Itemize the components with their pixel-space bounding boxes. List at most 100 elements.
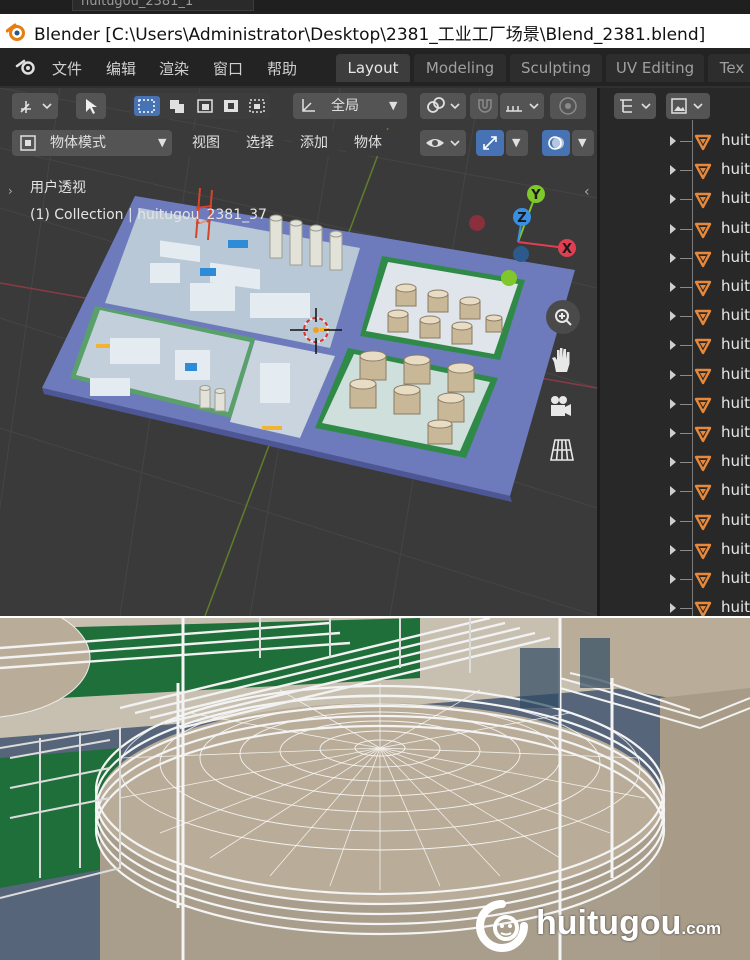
chevron-down-icon: ▼ <box>389 99 398 112</box>
select-menu[interactable]: 选择 <box>238 130 284 156</box>
proportional-editing-toggle[interactable] <box>550 93 586 119</box>
expand-arrow-icon[interactable] <box>670 457 676 468</box>
taskbar-tab[interactable]: huitugou_2381_1 <box>72 0 254 11</box>
outliner-item-label: huit <box>721 423 750 441</box>
select-tool-button[interactable] <box>76 93 106 119</box>
tab-texture-paint[interactable]: Tex <box>708 54 750 82</box>
outliner-tree-line <box>692 120 693 616</box>
expand-arrow-icon[interactable] <box>670 428 676 438</box>
expand-arrow-icon[interactable] <box>670 165 676 176</box>
outliner-item[interactable]: huit <box>600 273 750 302</box>
expand-arrow-icon[interactable] <box>670 194 676 205</box>
tree-connector <box>680 257 692 259</box>
outliner-item[interactable]: huit <box>600 419 750 448</box>
expand-arrow-icon[interactable] <box>670 340 676 351</box>
outliner-item[interactable]: huit <box>600 536 750 565</box>
outliner-item-label: huit <box>721 598 750 616</box>
menu-edit[interactable]: 编辑 <box>106 58 136 79</box>
gizmo-dropdown[interactable]: ▼ <box>506 130 528 156</box>
watermark: huitugou.com <box>470 898 740 954</box>
outliner-item[interactable]: huit <box>600 127 750 156</box>
outliner-item[interactable]: huit <box>600 244 750 273</box>
pan-hand-icon[interactable] <box>549 346 575 374</box>
outliner-item[interactable]: huit <box>600 507 750 536</box>
zoom-button[interactable] <box>546 300 580 334</box>
expand-arrow-icon[interactable] <box>670 311 676 322</box>
collection-info-label: (1) Collection | huitugou_2381_37 <box>30 207 267 223</box>
snap-target-dropdown[interactable] <box>500 93 544 119</box>
outliner-item[interactable]: huit <box>600 302 750 331</box>
visibility-dropdown[interactable] <box>420 130 466 156</box>
outliner-item[interactable]: huit <box>600 565 750 594</box>
outliner-display-mode-dropdown[interactable] <box>614 93 656 119</box>
overlays-icon <box>548 136 564 150</box>
view-menu[interactable]: 视图 <box>184 130 230 156</box>
outliner-item[interactable]: huit <box>600 156 750 185</box>
outliner-item[interactable]: huit <box>600 215 750 244</box>
outliner-item[interactable]: huit <box>600 594 750 616</box>
select-menu-label: 选择 <box>246 135 274 151</box>
mesh-object-icon <box>694 222 712 238</box>
mesh-object-icon <box>694 309 712 326</box>
expand-arrow-icon[interactable] <box>670 574 676 584</box>
outliner-item[interactable]: huit <box>600 331 750 360</box>
snap-increment-icon <box>506 103 539 112</box>
gizmo-neg-x[interactable] <box>469 215 485 231</box>
add-menu[interactable]: 添加 <box>292 130 338 156</box>
object-menu[interactable]: 物体 <box>346 130 392 156</box>
outliner-item[interactable]: huit <box>600 185 750 214</box>
snapping-toggle[interactable] <box>470 93 498 119</box>
selection-mode-group <box>130 93 270 119</box>
outliner-item[interactable]: huit <box>600 448 750 477</box>
viewport-scene <box>0 88 597 616</box>
ortho-grid-icon[interactable] <box>549 438 575 462</box>
tab-sculpting[interactable]: Sculpting <box>510 54 602 82</box>
outliner-item[interactable]: huit <box>600 477 750 506</box>
blender-menu-icon[interactable] <box>14 58 38 76</box>
object-interaction-dropdown[interactable] <box>12 93 58 119</box>
pivot-point-dropdown[interactable] <box>420 93 466 119</box>
navigation-gizmo[interactable]: Y Z X <box>460 176 590 286</box>
menu-file[interactable]: 文件 <box>52 58 82 79</box>
3d-viewport[interactable]: 全局 ▼ 物体模式 ▼ 视图 选择 添加 物体 ▼ ▼ 用户透视 (1) Col… <box>0 88 597 616</box>
overlays-dropdown[interactable]: ▼ <box>572 130 594 156</box>
magnet-icon <box>478 99 492 113</box>
mesh-object-icon <box>694 601 712 616</box>
menu-render[interactable]: 渲染 <box>159 58 189 79</box>
tab-modeling[interactable]: Modeling <box>414 54 506 82</box>
outliner-item-label: huit <box>721 189 750 208</box>
menu-window[interactable]: 窗口 <box>213 58 243 79</box>
expand-arrow-icon[interactable] <box>670 282 676 292</box>
expand-arrow-icon[interactable] <box>670 136 676 146</box>
expand-arrow-icon[interactable] <box>670 515 676 526</box>
selection-mode-icons[interactable] <box>132 96 268 116</box>
camera-view-icon[interactable] <box>548 393 574 419</box>
tab-layout[interactable]: Layout <box>336 54 410 82</box>
expand-arrow-icon[interactable] <box>670 398 676 409</box>
tree-connector <box>680 549 692 551</box>
outliner-item[interactable]: huit <box>600 361 750 390</box>
outliner-item[interactable]: huit <box>600 390 750 419</box>
expand-arrow-icon[interactable] <box>670 603 676 614</box>
gizmo-neg-y[interactable] <box>501 270 517 286</box>
tab-uv-editing[interactable]: UV Editing <box>606 54 704 82</box>
mesh-object-icon <box>694 134 712 151</box>
expand-arrow-icon[interactable] <box>670 252 676 263</box>
expand-arrow-icon[interactable] <box>670 369 676 380</box>
mode-dropdown[interactable]: 物体模式 ▼ <box>12 130 172 156</box>
tree-connector <box>680 608 692 610</box>
toolbar-expand-icon[interactable]: › <box>8 184 13 198</box>
outliner-filter-dropdown[interactable] <box>666 93 710 119</box>
expand-arrow-icon[interactable] <box>670 544 676 555</box>
proportional-edit-icon <box>559 97 577 115</box>
menu-help[interactable]: 帮助 <box>267 58 297 79</box>
window-titlebar: Blender [C:\Users\Administrator\Desktop\… <box>0 14 750 49</box>
transform-orientation-dropdown[interactable]: 全局 ▼ <box>293 93 407 119</box>
transform-pivot-icon <box>20 101 52 113</box>
expand-arrow-icon[interactable] <box>670 486 676 497</box>
gizmo-neg-z[interactable] <box>513 246 529 262</box>
gizmo-toggle[interactable] <box>476 130 504 156</box>
overlays-toggle[interactable] <box>542 130 570 156</box>
tree-connector <box>680 228 692 230</box>
expand-arrow-icon[interactable] <box>670 223 676 234</box>
